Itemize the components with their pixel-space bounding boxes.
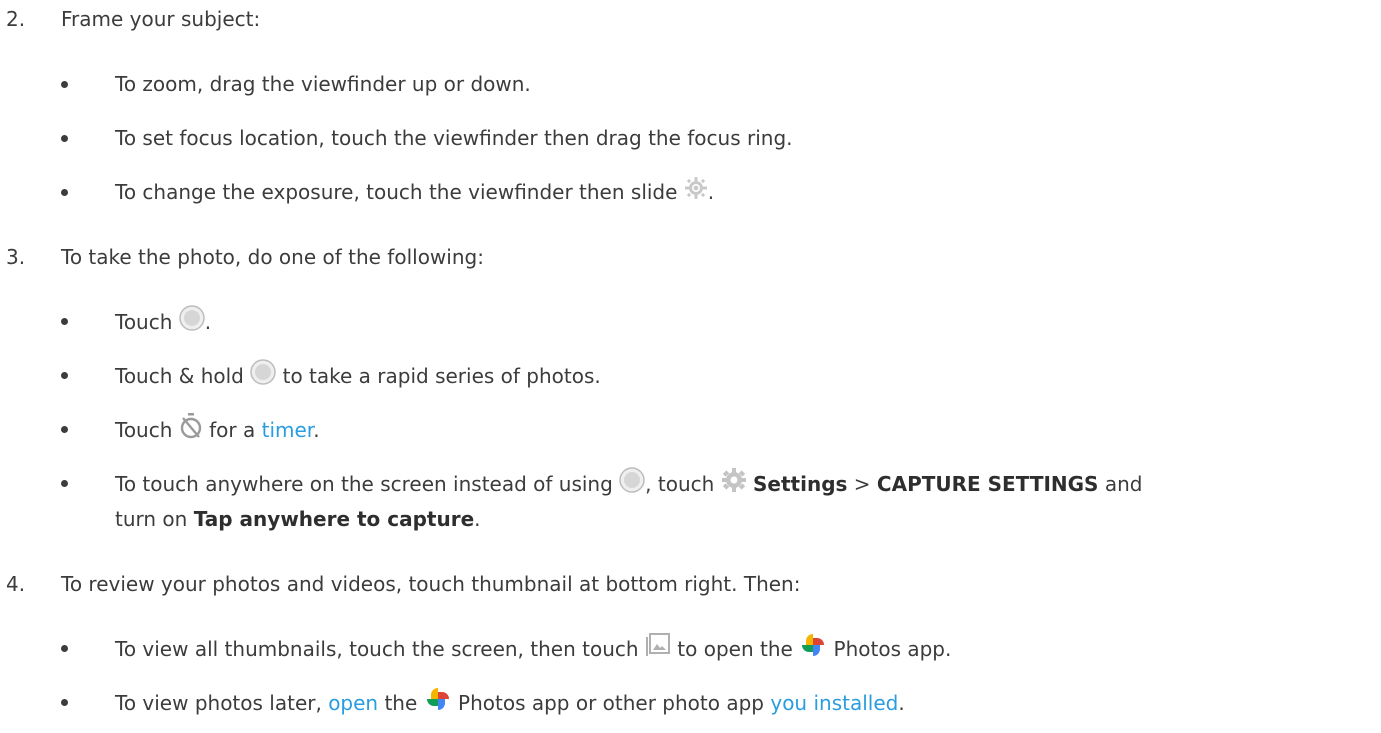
shutter-icon xyxy=(250,359,276,392)
list-item: Touch . xyxy=(115,305,211,340)
bullet-dot xyxy=(61,135,68,142)
step-text: To review your photos and videos, touch … xyxy=(61,572,801,596)
bullet-dot xyxy=(61,189,68,196)
google-photos-icon xyxy=(424,686,452,719)
list-item: Touch for a timer. xyxy=(115,413,320,448)
google-photos-icon xyxy=(799,632,827,665)
timer-link[interactable]: timer xyxy=(262,418,314,442)
step-text: To take the photo, do one of the followi… xyxy=(61,245,484,269)
bullet-dot xyxy=(61,81,68,88)
bullet-dot xyxy=(61,699,68,706)
list-item: To set focus location, touch the viewfin… xyxy=(115,126,793,150)
you-installed-link[interactable]: you installed xyxy=(770,691,898,715)
open-link[interactable]: open xyxy=(328,691,378,715)
bullet-dot xyxy=(61,645,68,652)
list-item: Touch & hold to take a rapid series of p… xyxy=(115,359,601,394)
exposure-icon xyxy=(684,176,708,207)
list-item: To view photos later, open the Photos ap… xyxy=(115,688,905,721)
list-item: To view all thumbnails, touch the screen… xyxy=(115,632,951,667)
list-item-continuation: turn on Tap anywhere to capture. xyxy=(115,507,481,531)
gallery-icon xyxy=(645,632,671,665)
settings-gear-icon xyxy=(721,467,747,500)
step-number: 4. xyxy=(6,572,26,596)
list-item: To zoom, drag the viewfinder up or down. xyxy=(115,72,531,96)
bullet-dot xyxy=(61,480,68,487)
bullet-dot xyxy=(61,318,68,325)
list-item: To touch anywhere on the screen instead … xyxy=(115,467,1142,502)
list-item: To change the exposure, touch the viewfi… xyxy=(115,176,714,209)
step-number: 3. xyxy=(6,245,26,269)
bullet-dot xyxy=(61,372,68,379)
bullet-dot xyxy=(61,426,68,433)
timer-icon xyxy=(179,413,203,446)
shutter-icon xyxy=(179,305,205,338)
shutter-icon xyxy=(619,467,645,500)
step-number: 2. xyxy=(6,7,26,31)
step-text: Frame your subject: xyxy=(61,7,261,31)
